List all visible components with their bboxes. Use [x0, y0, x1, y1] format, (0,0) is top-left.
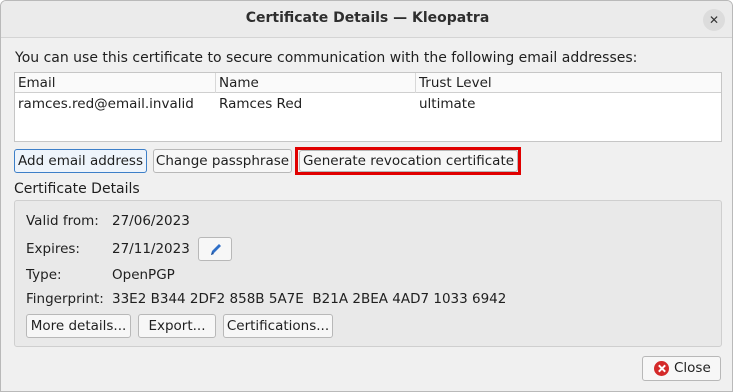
column-header-name[interactable]: Name — [215, 73, 259, 93]
expires-value: 27/11/2023 — [112, 241, 190, 257]
cell-email: ramces.red@email.invalid — [18, 96, 194, 112]
certifications-button[interactable]: Certifications... — [223, 314, 333, 338]
column-header-email[interactable]: Email — [18, 75, 55, 91]
valid-from-value: 27/06/2023 — [112, 213, 190, 229]
close-button-label: Close — [674, 360, 711, 376]
cell-name: Ramces Red — [219, 96, 303, 112]
fingerprint-value: 33E2 B344 2DF2 858B 5A7E B21A 2BEA 4AD7 … — [112, 291, 507, 307]
table-header: Email Name Trust Level — [15, 73, 721, 93]
column-header-trust-level[interactable]: Trust Level — [415, 73, 492, 93]
table-row[interactable]: ramces.red@email.invalid Ramces Red ulti… — [15, 94, 721, 114]
fingerprint-label: Fingerprint: — [26, 291, 104, 307]
export-button[interactable]: Export... — [138, 314, 216, 338]
highlight-box — [295, 147, 521, 175]
more-details-button[interactable]: More details... — [26, 314, 131, 338]
email-table[interactable]: Email Name Trust Level ramces.red@email.… — [14, 72, 722, 142]
certificate-details-dialog: Certificate Details — Kleopatra ✕ You ca… — [0, 0, 733, 392]
window-close-button[interactable]: ✕ — [703, 9, 725, 31]
add-email-address-button[interactable]: Add email address — [14, 149, 147, 173]
valid-from-label: Valid from: — [26, 213, 99, 229]
cell-trust-level: ultimate — [419, 96, 476, 112]
pencil-icon — [211, 244, 221, 255]
edit-expiry-button[interactable] — [198, 237, 232, 261]
expires-label: Expires: — [26, 241, 80, 257]
window-title: Certificate Details — Kleopatra — [245, 10, 490, 26]
cancel-icon — [654, 361, 669, 376]
change-passphrase-button[interactable]: Change passphrase — [153, 149, 292, 173]
type-value: OpenPGP — [112, 267, 175, 283]
close-button[interactable]: Close — [642, 356, 721, 381]
intro-text: You can use this certificate to secure c… — [15, 50, 638, 66]
type-label: Type: — [26, 267, 62, 283]
title-bar: Certificate Details — Kleopatra ✕ — [1, 1, 732, 38]
certificate-details-heading: Certificate Details — [14, 181, 140, 197]
